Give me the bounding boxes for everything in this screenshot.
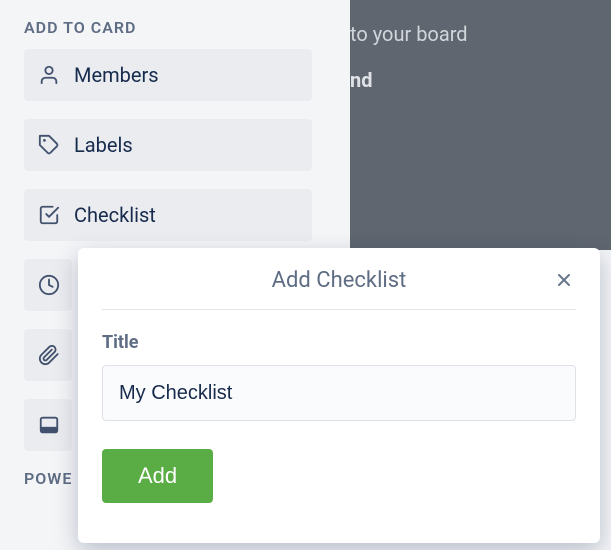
title-field-label: Title [102,332,576,353]
add-checklist-popover: Add Checklist Title Add [78,248,600,543]
person-icon [38,64,60,86]
cover-button[interactable]: Cover [24,399,72,451]
backdrop-text-fragment-1: to your board [350,22,611,46]
window-bottom-icon [38,414,60,436]
popover-title: Add Checklist [272,268,407,293]
paperclip-icon [38,344,60,366]
popover-body: Title Add [102,310,576,503]
close-icon [554,270,574,294]
add-button[interactable]: Add [102,449,213,503]
tag-icon [38,134,60,156]
close-button[interactable] [552,270,576,294]
check-square-icon [38,204,60,226]
modal-backdrop: to your board nd [350,0,611,250]
backdrop-text-fragment-2: nd [350,68,611,92]
clock-icon [38,274,60,296]
checklist-label: Checklist [74,203,156,227]
sidebar-section-title: ADD TO CARD [24,18,326,37]
checklist-title-input[interactable] [102,365,576,421]
labels-label: Labels [74,133,133,157]
members-label: Members [74,63,159,87]
members-button[interactable]: Members [24,49,312,101]
popover-header: Add Checklist [102,268,576,310]
attachment-button[interactable]: Attachment [24,329,72,381]
labels-button[interactable]: Labels [24,119,312,171]
checklist-button[interactable]: Checklist [24,189,312,241]
due-date-button[interactable]: Due Date [24,259,72,311]
